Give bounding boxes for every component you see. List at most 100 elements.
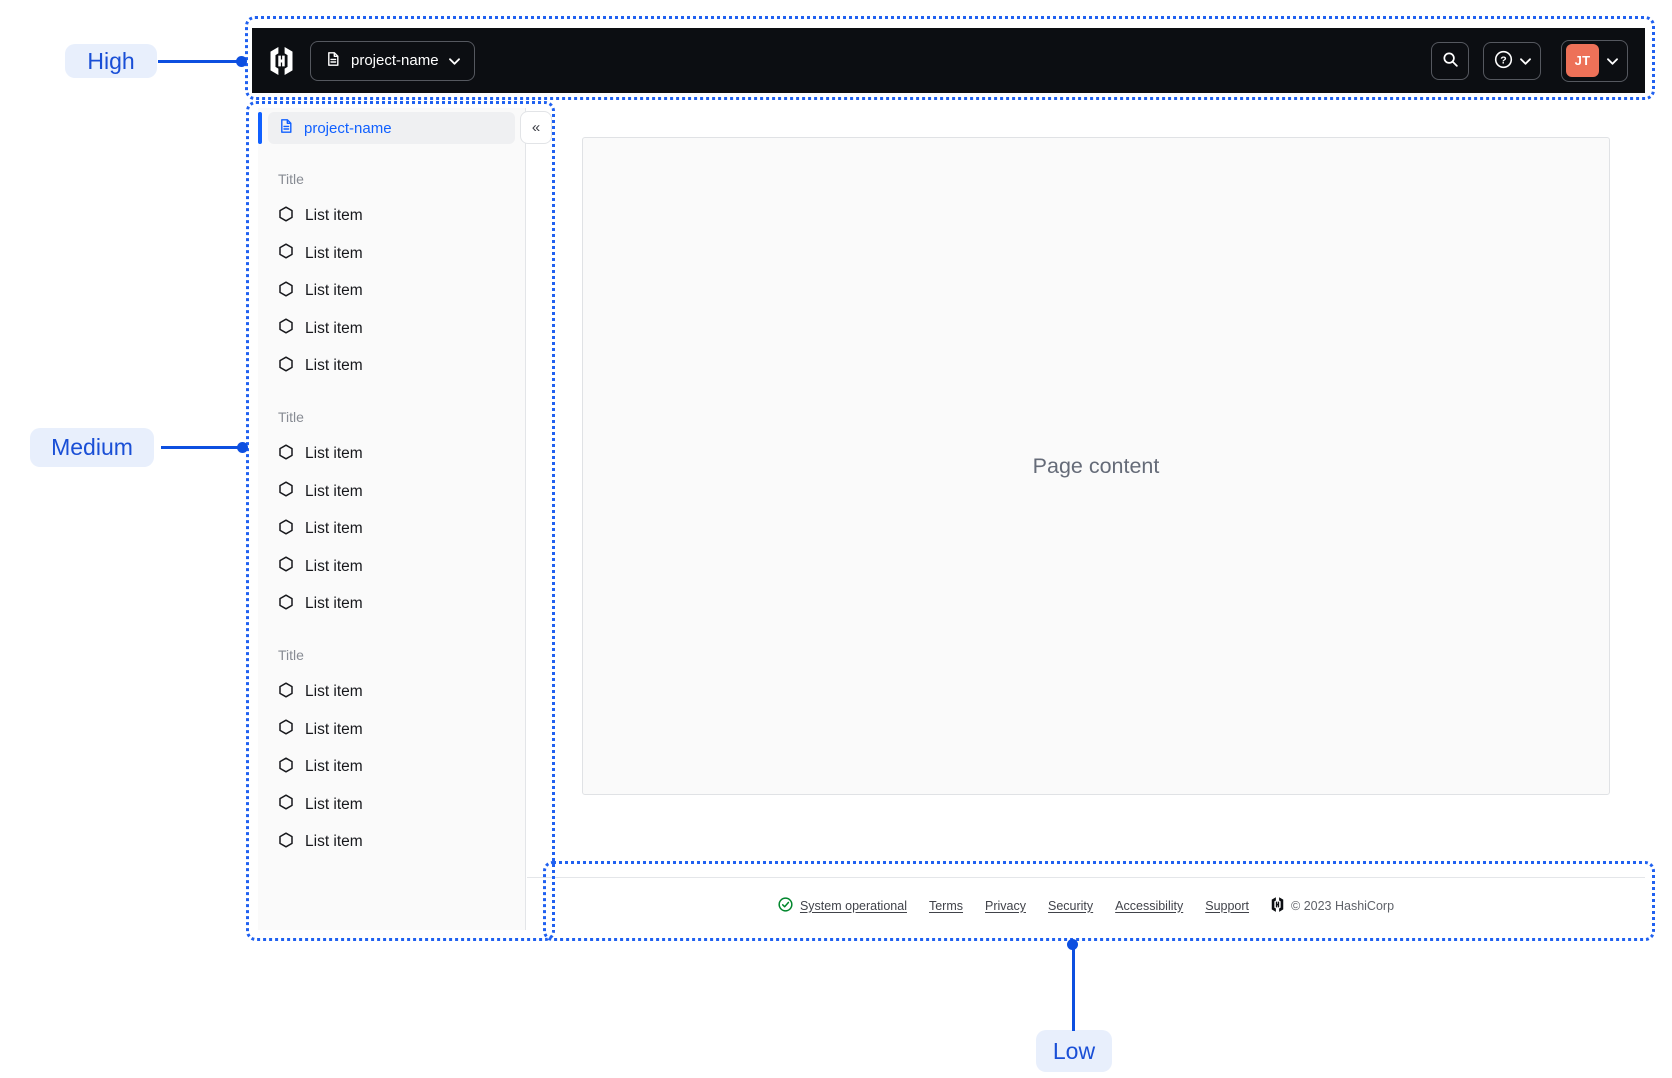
chevron-down-icon <box>448 52 460 69</box>
list-item-label: List item <box>305 683 363 701</box>
annotation-label-medium: Medium <box>30 428 154 467</box>
list-item-label: List item <box>305 595 363 613</box>
sidebar-list-item[interactable]: List item <box>278 749 505 787</box>
active-indicator <box>258 112 262 144</box>
help-menu-button[interactable]: ? <box>1483 41 1541 80</box>
sidebar-section: Title List item List item List item List… <box>278 636 505 861</box>
footer-link[interactable]: Terms <box>929 899 963 913</box>
project-switcher-button[interactable]: project-name <box>310 40 475 81</box>
sidebar-list-item[interactable]: List item <box>278 198 505 236</box>
document-icon <box>278 118 294 138</box>
project-switcher-label: project-name <box>351 52 439 69</box>
hexagon-icon <box>278 481 294 502</box>
hashicorp-logo-icon <box>1271 896 1284 915</box>
sidebar-list-item[interactable]: List item <box>278 711 505 749</box>
search-button[interactable] <box>1431 41 1469 80</box>
hexagon-icon <box>278 794 294 815</box>
hexagon-icon <box>278 356 294 377</box>
system-status-link[interactable]: System operational <box>800 899 907 913</box>
hashicorp-logo-icon <box>269 46 294 75</box>
list-item-label: List item <box>305 244 363 262</box>
sidebar-project-header[interactable]: project-name <box>268 112 515 144</box>
sidebar-list-item[interactable]: List item <box>278 436 505 474</box>
collapse-icon: « <box>531 119 541 136</box>
list-item-label: List item <box>305 795 363 813</box>
section-title: Title <box>278 170 304 187</box>
annotation-dot-low <box>1067 939 1078 950</box>
sidebar-list-item[interactable]: List item <box>278 548 505 586</box>
footer-link[interactable]: Accessibility <box>1115 899 1183 913</box>
hexagon-icon <box>278 519 294 540</box>
annotation-label-low: Low <box>1036 1030 1112 1072</box>
sidebar-list-item[interactable]: List item <box>278 674 505 712</box>
list-item-label: List item <box>305 557 363 575</box>
hexagon-icon <box>278 281 294 302</box>
footer-link[interactable]: Support <box>1205 899 1249 913</box>
help-icon: ? <box>1494 50 1513 72</box>
annotation-connector-medium <box>161 446 242 449</box>
sidebar-list-item[interactable]: List item <box>278 310 505 348</box>
hexagon-icon <box>278 719 294 740</box>
section-items: List item List item List item List item … <box>278 436 505 624</box>
footer-links: Terms Privacy Security Accessibility Sup… <box>929 899 1249 913</box>
list-item-label: List item <box>305 207 363 225</box>
annotation-label-high: High <box>65 44 157 78</box>
copyright-text: © 2023 HashiCorp <box>1291 898 1395 913</box>
list-item-label: List item <box>305 319 363 337</box>
sidebar-list-item[interactable]: List item <box>278 273 505 311</box>
chevron-down-icon <box>1519 53 1531 68</box>
svg-text:?: ? <box>1500 54 1506 66</box>
sidebar-collapse-button[interactable]: « <box>520 111 552 144</box>
sidebar-list-item[interactable]: List item <box>278 824 505 862</box>
list-item-label: List item <box>305 833 363 851</box>
avatar: JT <box>1566 44 1599 77</box>
hexagon-icon <box>278 243 294 264</box>
hexagon-icon <box>278 206 294 227</box>
sidebar-list-item[interactable]: List item <box>278 586 505 624</box>
list-item-label: List item <box>305 720 363 738</box>
mockup-canvas: project-name ? JT project-name Title Lis… <box>0 0 1672 1078</box>
sidebar-section: Title List item List item List item List… <box>278 160 505 385</box>
list-item-label: List item <box>305 520 363 538</box>
section-title: Title <box>278 646 304 663</box>
sidebar-list-item[interactable]: List item <box>278 235 505 273</box>
copyright: © 2023 HashiCorp <box>1271 896 1395 915</box>
section-items: List item List item List item List item … <box>278 674 505 862</box>
hexagon-icon <box>278 832 294 853</box>
hexagon-icon <box>278 444 294 465</box>
list-item-label: List item <box>305 758 363 776</box>
side-nav: project-name Title List item List item L… <box>258 108 526 930</box>
annotation-connector-high <box>158 60 241 63</box>
footer-link[interactable]: Security <box>1048 899 1093 913</box>
annotation-connector-low <box>1072 944 1075 1031</box>
search-icon <box>1442 51 1459 71</box>
hexagon-icon <box>278 318 294 339</box>
sidebar-sections: Title List item List item List item List… <box>258 160 525 861</box>
user-menu-button[interactable]: JT <box>1561 39 1628 82</box>
page-content-area: Page content <box>582 137 1610 795</box>
top-navbar: project-name ? JT <box>252 28 1645 93</box>
section-items: List item List item List item List item … <box>278 198 505 386</box>
sidebar-list-item[interactable]: List item <box>278 348 505 386</box>
hexagon-icon <box>278 594 294 615</box>
chevron-down-icon <box>1607 53 1618 68</box>
hexagon-icon <box>278 682 294 703</box>
annotation-dot-high <box>236 56 247 67</box>
app-footer: System operational Terms Privacy Securit… <box>527 877 1645 933</box>
sidebar-list-item[interactable]: List item <box>278 473 505 511</box>
sidebar-list-item[interactable]: List item <box>278 786 505 824</box>
list-item-label: List item <box>305 482 363 500</box>
sidebar-section: Title List item List item List item List… <box>278 398 505 623</box>
list-item-label: List item <box>305 445 363 463</box>
document-icon <box>325 51 341 71</box>
section-title: Title <box>278 408 304 425</box>
sidebar-project-label: project-name <box>304 119 392 137</box>
list-item-label: List item <box>305 282 363 300</box>
page-content-placeholder: Page content <box>1032 453 1160 478</box>
list-item-label: List item <box>305 357 363 375</box>
system-status: System operational <box>778 896 907 915</box>
footer-link[interactable]: Privacy <box>985 899 1026 913</box>
sidebar-list-item[interactable]: List item <box>278 511 505 549</box>
hexagon-icon <box>278 556 294 577</box>
annotation-dot-medium <box>237 442 248 453</box>
